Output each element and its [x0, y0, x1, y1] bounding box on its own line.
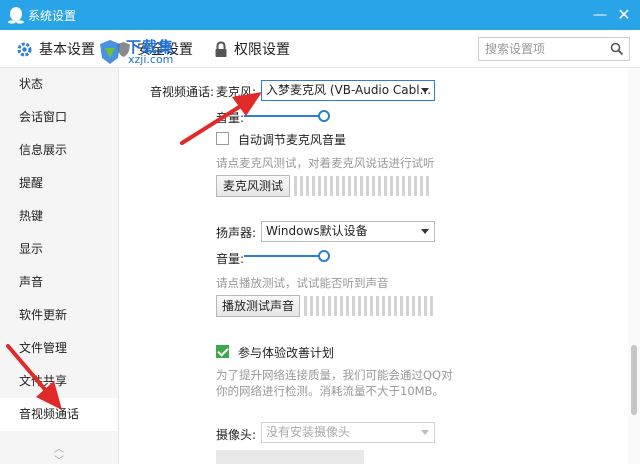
close-button[interactable]: ✕ [613, 4, 635, 26]
sidebar-item-file-management[interactable]: 文件管理 [0, 332, 118, 365]
sidebar-item-av-call[interactable]: 音视频通话 [0, 398, 118, 431]
av-settings-panel: 音视频通话: 麦克风: 入梦麦克风 (VB-Audio Cabl... 音量: … [120, 68, 628, 464]
minimize-button[interactable]: — [589, 4, 611, 26]
gear-icon [17, 42, 32, 56]
camera-select[interactable]: 没有安装摄像头 [261, 422, 435, 443]
section-label: 音视频通话: [150, 85, 215, 99]
speaker-selected-value: Windows默认设备 [266, 224, 368, 238]
play-test-sound-button[interactable]: 播放测试声音 [216, 295, 300, 317]
camera-selected-value: 没有安装摄像头 [266, 425, 351, 439]
settings-tab-bar: 基本设置 安全设置 权限设置 [0, 30, 640, 68]
main-scrollbar-thumb[interactable] [631, 345, 637, 415]
mic-volume-track [244, 115, 324, 117]
camera-preview [216, 450, 364, 464]
speaker-label: 扬声器: [216, 226, 257, 240]
mic-volume-thumb[interactable] [318, 110, 330, 122]
chevron-down-icon [421, 229, 429, 234]
settings-search[interactable] [478, 37, 630, 61]
search-icon[interactable] [610, 42, 624, 56]
mic-test-hint: 请点麦克风测试，对着麦克风说话进行试听 [216, 156, 435, 170]
window-title: 系统设置 [28, 9, 77, 23]
camera-label: 摄像头: [216, 428, 257, 442]
settings-sidebar: 状态 会话窗口 信息展示 提醒 热键 显示 声音 软件更新 文件管理 文件共享 … [0, 68, 119, 464]
mic-label: 麦克风: [216, 85, 257, 99]
mic-volume-slider[interactable] [244, 110, 330, 122]
speaker-level-meter [304, 296, 434, 316]
speaker-volume-slider[interactable] [244, 250, 330, 262]
improvement-program-label: 参与体验改善计划 [238, 346, 335, 360]
sidebar-item-status[interactable]: 状态 [0, 68, 118, 101]
auto-adjust-mic-label: 自动调节麦克风音量 [238, 133, 347, 147]
lock-icon [215, 40, 227, 57]
mic-test-button[interactable]: 麦克风测试 [216, 175, 290, 197]
sidebar-scroll-down-icon[interactable]: ﹀ [52, 452, 66, 464]
tab-label: 权限设置 [234, 42, 290, 58]
sidebar-item-info-display[interactable]: 信息展示 [0, 134, 118, 167]
tab-label: 基本设置 [39, 42, 95, 58]
mic-volume-label: 音量: [216, 111, 245, 125]
speaker-volume-thumb[interactable] [318, 250, 330, 262]
search-input[interactable] [479, 38, 605, 60]
sidebar-item-chat-window[interactable]: 会话窗口 [0, 101, 118, 134]
mic-select[interactable]: 入梦麦克风 (VB-Audio Cabl... [261, 80, 435, 101]
tab-permission-settings[interactable]: 权限设置 [214, 30, 290, 68]
shield-icon [117, 41, 130, 57]
mic-selected-value: 入梦麦克风 (VB-Audio Cabl... [266, 83, 432, 97]
speaker-volume-label: 音量: [216, 252, 245, 266]
improvement-hint-line1: 为了提升网络连接质量，我们可能会通过QQ对 [216, 368, 453, 382]
sidebar-item-display[interactable]: 显示 [0, 233, 118, 266]
sidebar-item-hotkeys[interactable]: 热键 [0, 200, 118, 233]
speaker-select[interactable]: Windows默认设备 [261, 221, 435, 242]
speaker-test-hint: 请点播放测试，试试能否听到声音 [216, 276, 389, 290]
mic-level-meter [294, 176, 432, 196]
tab-label: 安全设置 [137, 42, 193, 58]
sidebar-scroll-up-icon[interactable]: ︿ [52, 440, 66, 455]
improvement-program-checkbox[interactable] [216, 345, 229, 358]
sidebar-item-reminders[interactable]: 提醒 [0, 167, 118, 200]
title-bar: 系统设置 — ✕ [0, 0, 640, 30]
tab-security-settings[interactable]: 安全设置 [116, 30, 193, 68]
qq-penguin-icon [8, 7, 24, 24]
sidebar-item-file-sharing[interactable]: 文件共享 [0, 365, 118, 398]
speaker-volume-track [244, 255, 324, 257]
sidebar-item-sound[interactable]: 声音 [0, 266, 118, 299]
improvement-hint-line2: 你的网络进行检测。消耗流量不大于10MB。 [216, 384, 444, 398]
chevron-down-icon [421, 430, 429, 435]
sidebar-item-software-update[interactable]: 软件更新 [0, 299, 118, 332]
auto-adjust-mic-checkbox[interactable] [216, 132, 229, 145]
chevron-down-icon [421, 88, 429, 93]
tab-basic-settings[interactable]: 基本设置 [16, 30, 95, 68]
